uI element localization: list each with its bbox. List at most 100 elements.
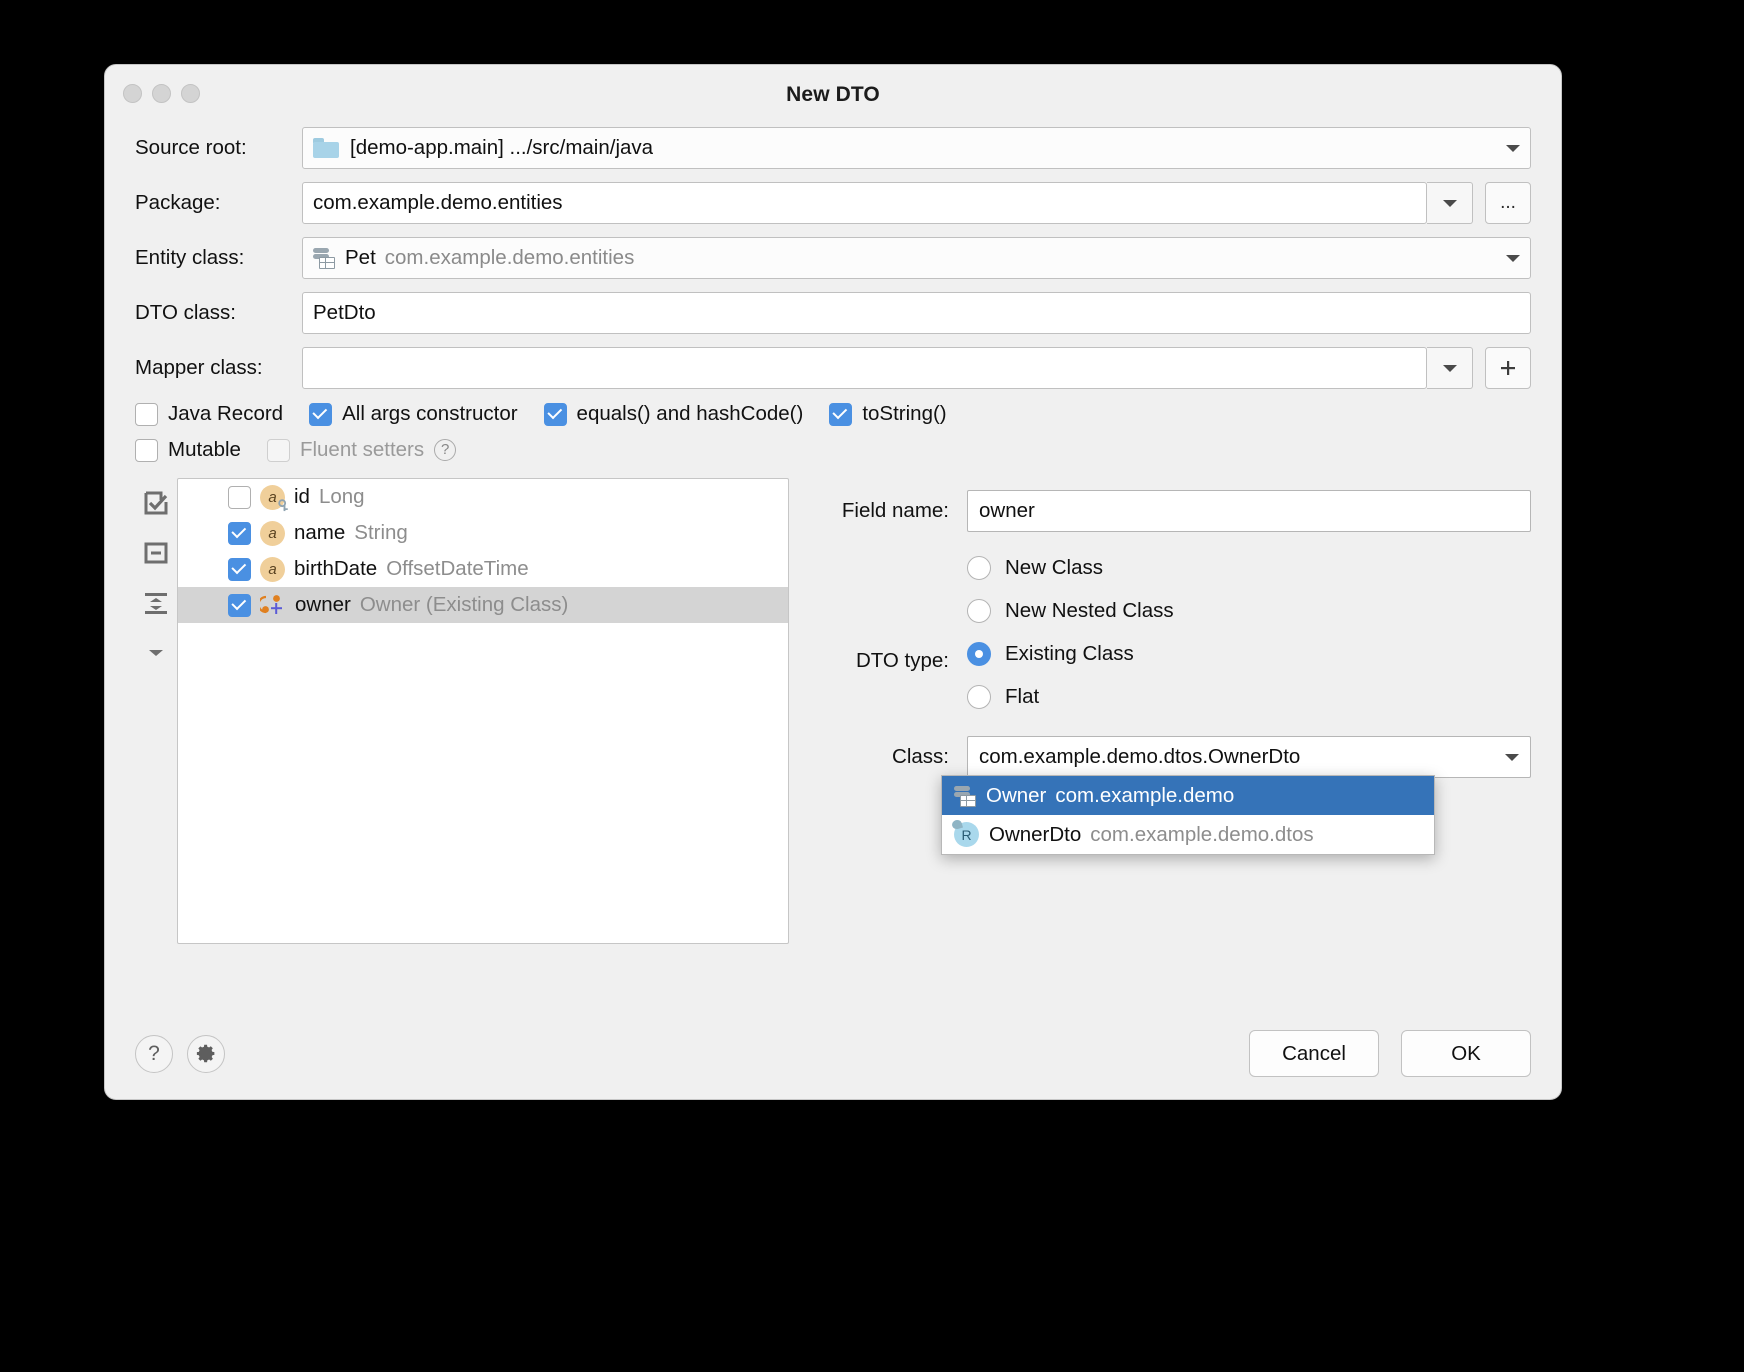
option-java-record[interactable]: Java Record [135,402,283,426]
attribute-icon: a [260,521,285,546]
ok-button[interactable]: OK [1401,1030,1531,1077]
table-row[interactable]: a name String [178,515,788,551]
java-record-checkbox[interactable] [135,403,158,426]
table-row[interactable]: owner Owner (Existing Class) [178,587,788,623]
package-input[interactable]: com.example.demo.entities [302,182,1427,224]
chevron-down-icon [1443,365,1457,372]
dto-class-input[interactable]: PetDto [302,292,1531,334]
dto-type-radio-group: New Class New Nested Class Existing Clas… [815,546,1531,718]
mapper-class-input[interactable] [302,347,1427,389]
relation-icon [260,593,286,618]
field-name-input[interactable]: owner [967,490,1531,532]
package-dropdown-button[interactable] [1427,182,1473,224]
gear-icon [196,1043,217,1064]
mapper-class-row: Mapper class: [135,347,1531,389]
mapper-class-add-button[interactable] [1485,347,1531,389]
field-checkbox[interactable] [228,486,251,509]
radio-label: Flat [1005,685,1039,709]
field-checkbox[interactable] [228,558,251,581]
field-name-label: Field name: [815,499,967,523]
option-fluent-setters: Fluent setters ? [267,438,456,462]
attribute-key-icon: a [260,485,285,510]
option-tostring[interactable]: toString() [829,402,946,426]
entity-class-combo[interactable]: Pet com.example.demo.entities [302,237,1531,279]
equals-hashcode-label: equals() and hashCode() [577,402,804,426]
help-icon[interactable]: ? [434,439,456,461]
mutable-label: Mutable [168,438,241,462]
package-browse-button[interactable]: ... [1485,182,1531,224]
radio-button[interactable] [967,685,991,709]
dropdown-item-name: Owner [986,784,1046,808]
option-equals-hashcode[interactable]: equals() and hashCode() [544,402,804,426]
source-root-combo[interactable]: [demo-app.main] .../src/main/java [302,127,1531,169]
list-item[interactable]: R OwnerDto com.example.demo.dtos [942,815,1434,854]
chevron-down-icon[interactable] [1505,754,1519,761]
option-mutable[interactable]: Mutable [135,438,241,462]
source-root-label: Source root: [135,136,302,160]
radio-button[interactable] [967,556,991,580]
tostring-checkbox[interactable] [829,403,852,426]
options-row-2: Mutable Fluent setters ? [135,438,1531,462]
folder-icon [313,138,339,158]
collapse-all-icon[interactable] [143,640,169,666]
chevron-down-icon [1443,200,1457,207]
radio-label: Existing Class [1005,642,1134,666]
option-all-args-constructor[interactable]: All args constructor [309,402,517,426]
help-button[interactable]: ? [135,1035,173,1073]
fields-and-detail: a id Long a name String [135,478,1531,944]
radio-label: New Class [1005,556,1103,580]
title-bar: New DTO [105,65,1561,127]
radio-new-class[interactable]: New Class [967,546,1531,589]
mapper-class-dropdown-button[interactable] [1427,347,1473,389]
source-root-value: [demo-app.main] .../src/main/java [350,136,653,160]
dropdown-item-package: com.example.demo [1055,784,1234,808]
all-args-constructor-checkbox[interactable] [309,403,332,426]
source-root-row: Source root: [demo-app.main] .../src/mai… [135,127,1531,169]
class-dropdown-popup[interactable]: Owner com.example.demo R OwnerDto com.ex… [941,775,1435,855]
class-combo-value: com.example.demo.dtos.OwnerDto [979,745,1300,769]
settings-button[interactable] [187,1035,225,1073]
class-row: Class: com.example.demo.dtos.OwnerDto [815,736,1531,778]
tostring-label: toString() [862,402,946,426]
dto-class-label: DTO class: [135,301,302,325]
radio-button[interactable] [967,599,991,623]
list-item[interactable]: Owner com.example.demo [942,776,1434,815]
attribute-icon: a [260,557,285,582]
class-combo[interactable]: com.example.demo.dtos.OwnerDto [967,736,1531,778]
deselect-all-icon[interactable] [143,540,169,566]
cancel-button[interactable]: Cancel [1249,1030,1379,1077]
expand-all-icon[interactable] [143,590,169,616]
field-type: OffsetDateTime [386,557,528,581]
new-dto-dialog: New DTO Source root: [demo-app.main] ...… [104,64,1562,1100]
fields-list[interactable]: a id Long a name String [177,478,789,944]
table-row[interactable]: a id Long [178,479,788,515]
entity-class-row: Entity class: Pet com.example.demo.entit… [135,237,1531,279]
radio-flat[interactable]: Flat [967,675,1531,718]
field-checkbox[interactable] [228,522,251,545]
table-row[interactable]: a birthDate OffsetDateTime [178,551,788,587]
equals-hashcode-checkbox[interactable] [544,403,567,426]
dialog-title: New DTO [105,83,1561,107]
plus-icon [1497,357,1519,379]
field-checkbox[interactable] [228,594,251,617]
dto-type-label: DTO type: [815,649,967,673]
radio-existing-class[interactable]: Existing Class [967,632,1531,675]
options-row-1: Java Record All args constructor equals(… [135,402,1531,426]
select-all-icon[interactable] [143,490,169,516]
radio-new-nested-class[interactable]: New Nested Class [967,589,1531,632]
record-icon: R [954,822,979,847]
mutable-checkbox[interactable] [135,439,158,462]
field-name: birthDate [294,557,377,581]
all-args-constructor-label: All args constructor [342,402,517,426]
fluent-setters-label: Fluent setters [300,438,424,462]
class-label: Class: [815,745,967,769]
chevron-down-icon[interactable] [1506,145,1520,152]
package-row: Package: com.example.demo.entities ... [135,182,1531,224]
java-record-label: Java Record [168,402,283,426]
field-type: Long [319,485,365,509]
entity-class-name: Pet [345,246,376,270]
radio-button[interactable] [967,642,991,666]
dropdown-item-package: com.example.demo.dtos [1090,823,1313,847]
chevron-down-icon[interactable] [1506,255,1520,262]
detail-panel: Field name: owner DTO type: New Class Ne… [789,478,1531,944]
